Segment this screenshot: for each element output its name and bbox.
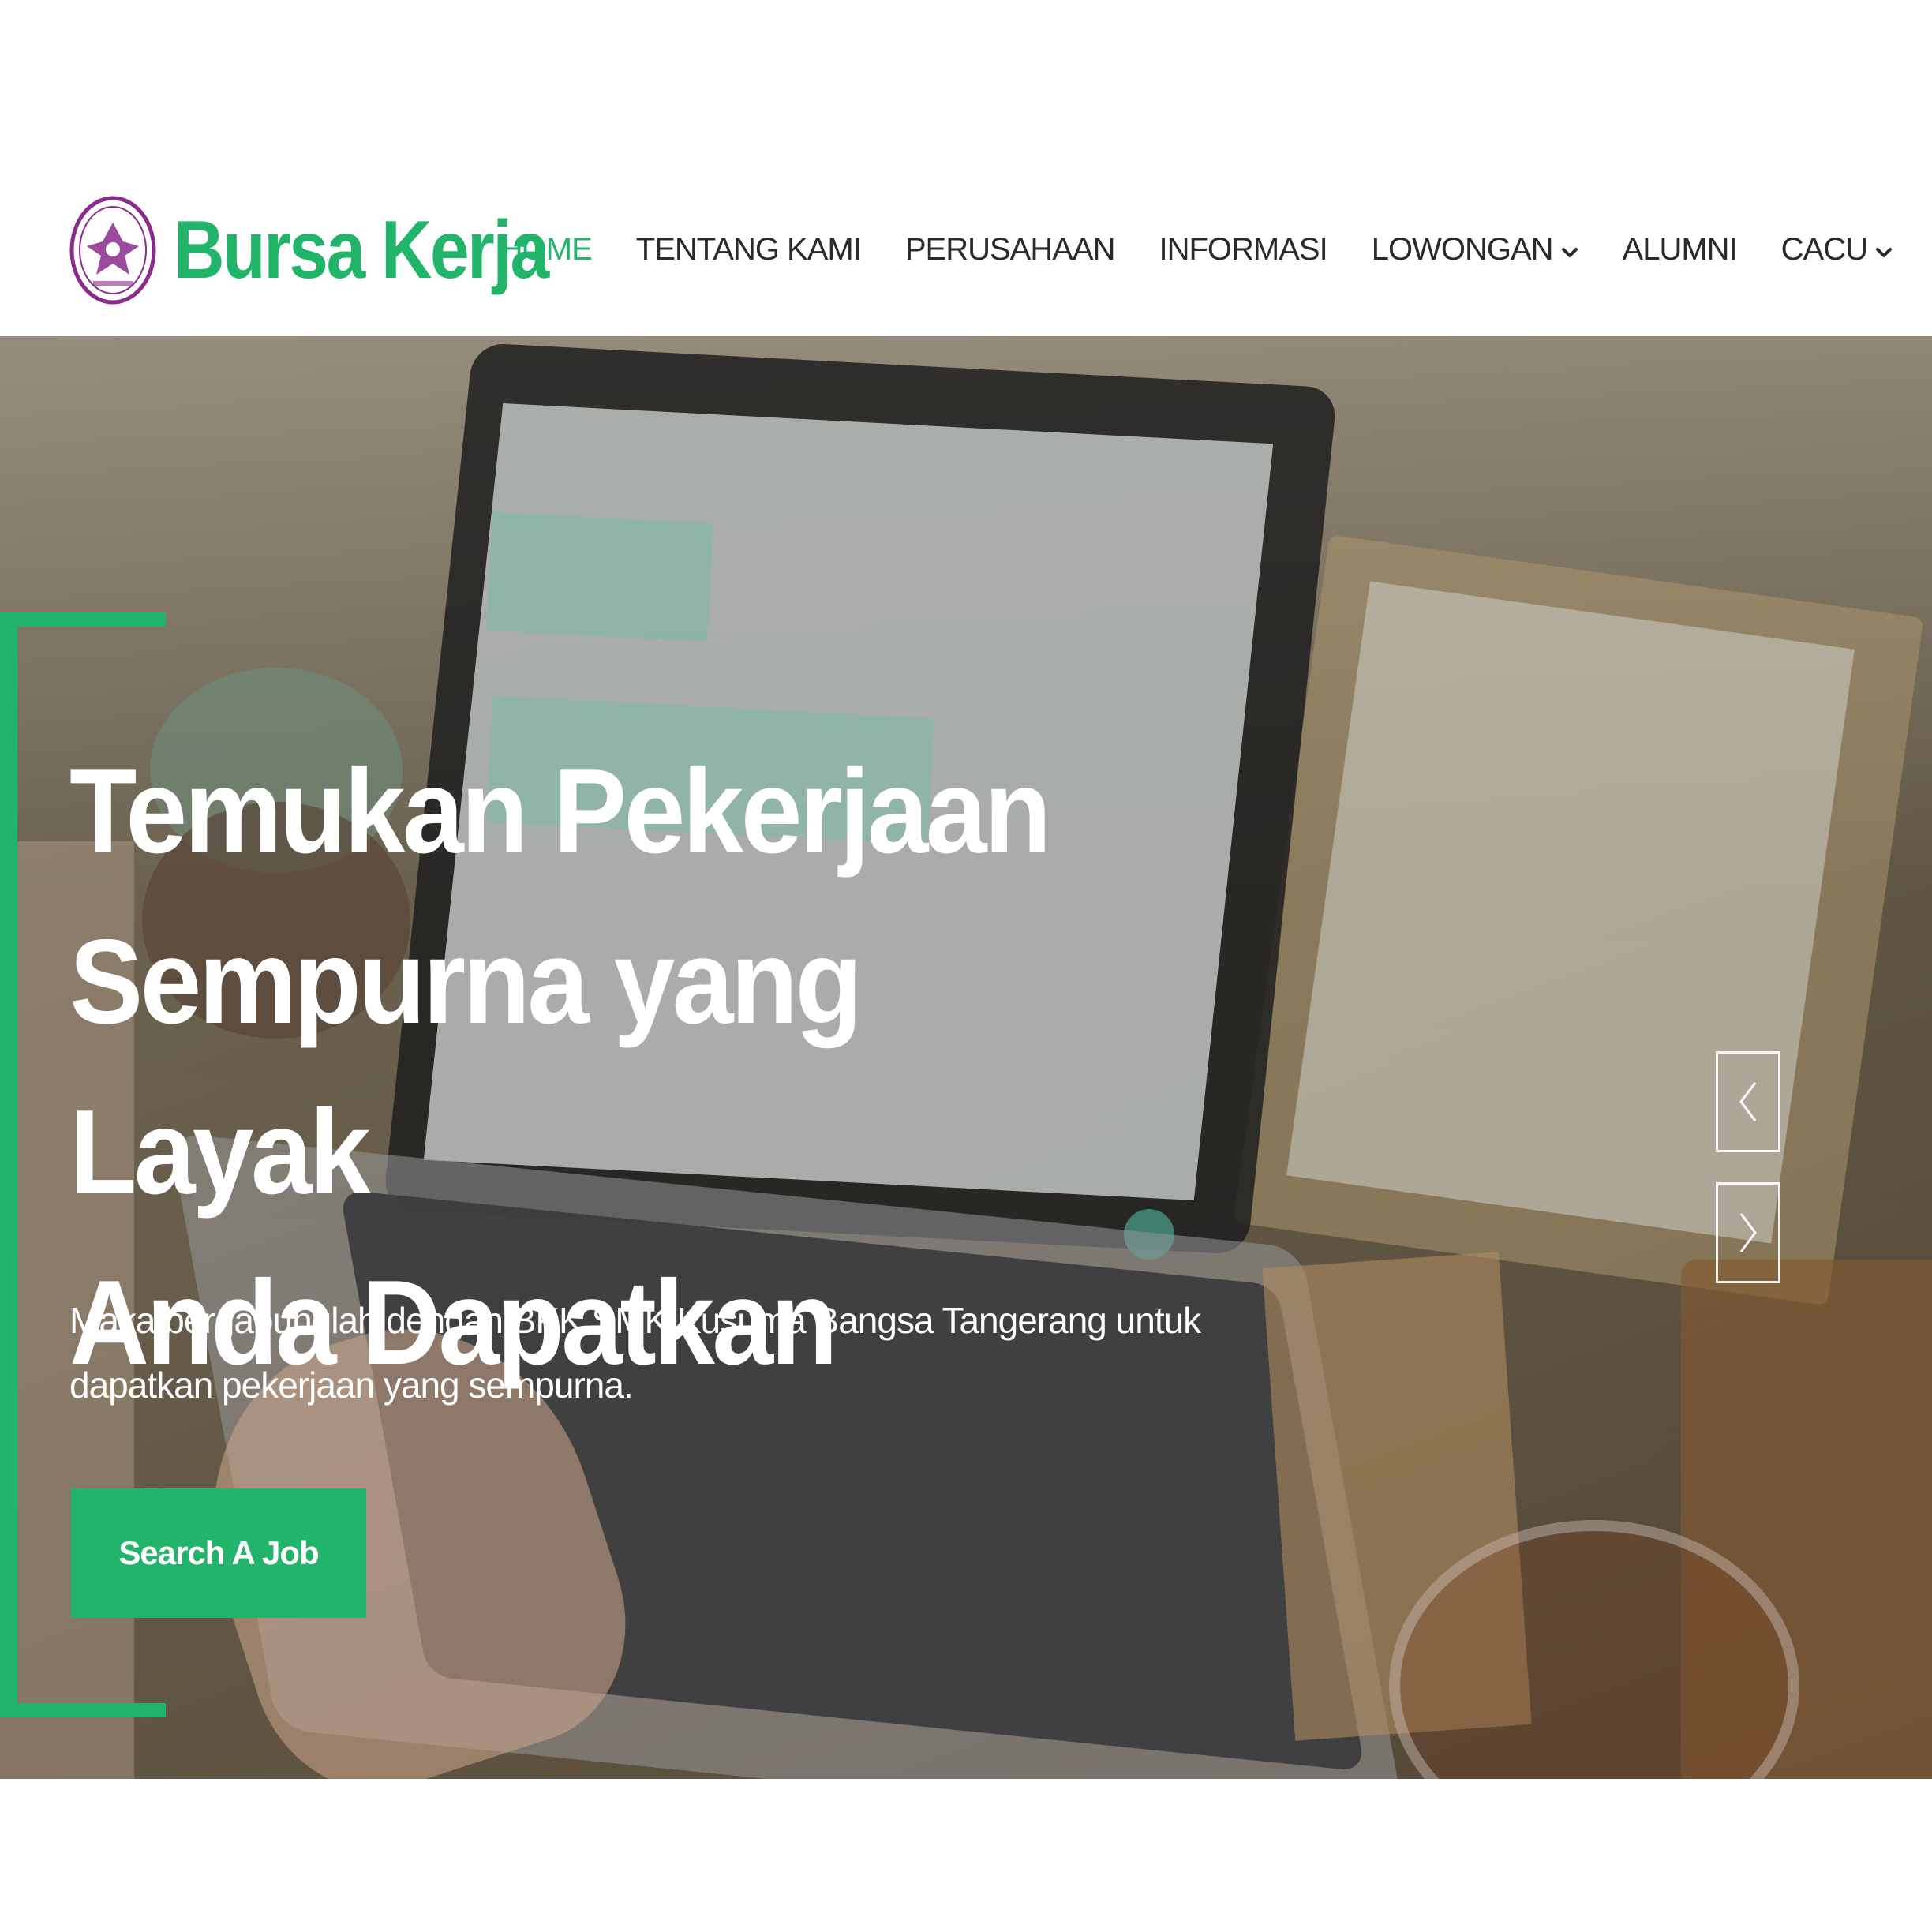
nav-item-label: LOWONGAN <box>1371 231 1554 267</box>
chevron-left-icon <box>1739 1082 1757 1121</box>
brand-name: Bursa Kerja <box>174 204 549 296</box>
nav-item-label: TENTANG KAMI <box>635 231 862 267</box>
school-emblem-icon <box>69 196 156 305</box>
chevron-down-icon <box>1561 248 1578 257</box>
hero-background-screen-block <box>486 511 713 642</box>
nav-item-label: ALUMNI <box>1622 231 1738 267</box>
nav-item-label: CACU <box>1780 231 1868 267</box>
nav-item-label: HOME <box>500 231 593 267</box>
hero-subtitle: Maka bergabunglah dengan BKK SMK Kusuma … <box>69 1300 1201 1406</box>
nav-item-tentang-kami[interactable]: TENTANG KAMI <box>635 231 862 268</box>
nav-item-label: INFORMASI <box>1159 231 1327 267</box>
nav-item-label: PERUSAHAAN <box>904 231 1116 267</box>
nav-item-cacu[interactable]: CACU <box>1781 232 1893 268</box>
slider-prev-button[interactable] <box>1716 1051 1780 1152</box>
site-header: Bursa Kerja HOME TENTANG KAMI PERUSAHAAN… <box>0 158 1932 336</box>
chevron-right-icon <box>1739 1213 1757 1252</box>
nav-item-home[interactable]: HOME <box>500 231 593 268</box>
main-nav: HOME TENTANG KAMI PERUSAHAAN INFORMASI L… <box>500 227 1893 271</box>
nav-item-alumni[interactable]: ALUMNI <box>1622 231 1738 268</box>
page: Bursa Kerja HOME TENTANG KAMI PERUSAHAAN… <box>0 0 1932 1932</box>
slider-next-button[interactable] <box>1716 1182 1780 1283</box>
search-job-button[interactable]: Search A Job <box>71 1488 366 1618</box>
nav-item-informasi[interactable]: INFORMASI <box>1159 232 1327 268</box>
nav-item-perusahaan[interactable]: PERUSAHAAN <box>904 231 1116 268</box>
chevron-down-icon <box>1876 248 1892 257</box>
nav-item-lowongan[interactable]: LOWONGAN <box>1372 232 1578 268</box>
